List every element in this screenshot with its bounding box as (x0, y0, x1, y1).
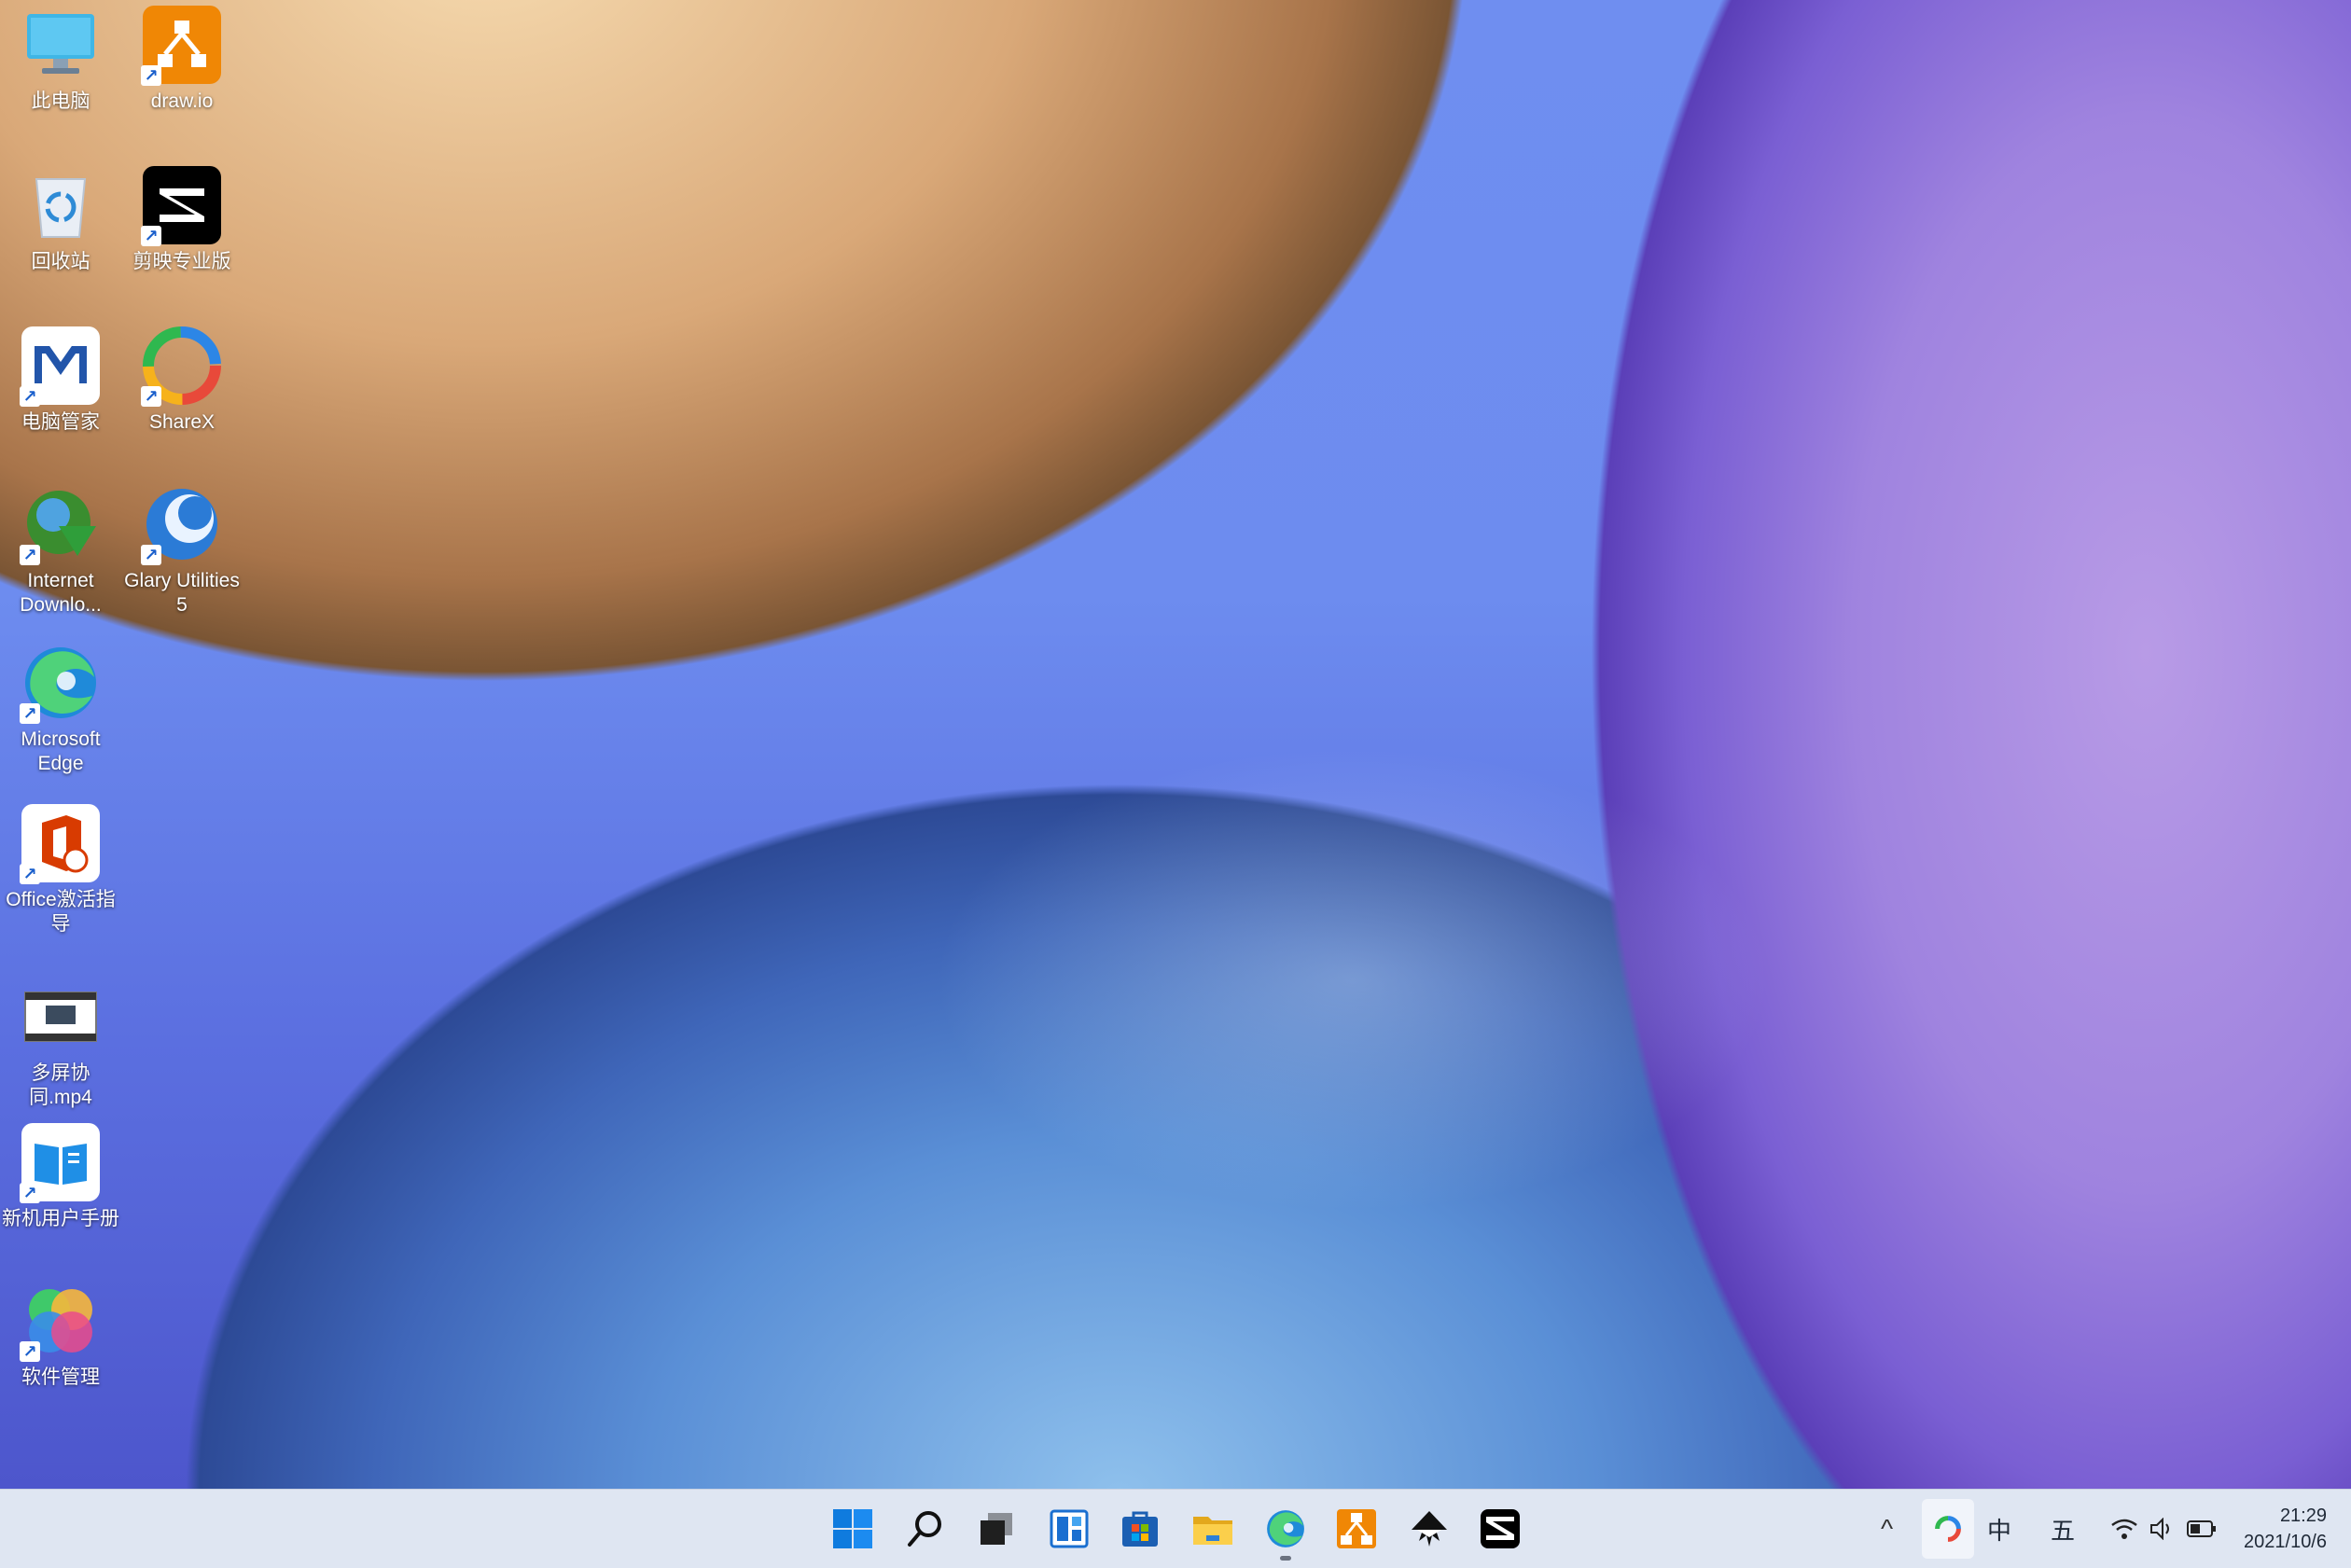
capcut-icon (1481, 1509, 1520, 1548)
sharex-icon: ↗ (141, 326, 221, 407)
taskbar-inkscape-button[interactable] (1403, 1503, 1455, 1555)
search-icon (908, 1511, 941, 1547)
desktop-icon-microsoft-edge[interactable]: ↗ Microsoft Edge (0, 644, 121, 776)
desktop-icon-label: 多屏协同.mp4 (29, 1062, 92, 1108)
glary-utilities-icon: ↗ (141, 485, 221, 565)
this-pc-icon (21, 6, 100, 84)
desktop-icon-label: 软件管理 (21, 1367, 100, 1388)
shortcut-arrow-icon: ↗ (20, 1341, 40, 1362)
video-file-icon (21, 978, 100, 1056)
wifi-icon[interactable] (2110, 1518, 2138, 1540)
desktop-icon-label: Office激活指导 (6, 889, 116, 935)
battery-icon[interactable] (2187, 1519, 2217, 1538)
shortcut-arrow-icon: ↗ (20, 864, 40, 884)
drawio-icon (1337, 1509, 1376, 1548)
ime-mode-indicator[interactable]: 五 (2051, 1512, 2075, 1547)
desktop-icon-software-manager[interactable]: ↗ 软件管理 (0, 1282, 121, 1390)
desktop-icon-label: ShareX (148, 411, 216, 433)
desktop-icon-label: Internet Downlo... (20, 570, 102, 616)
capcut-icon: ↗ (141, 166, 221, 246)
desktop-icon-label: 回收站 (31, 251, 90, 272)
taskbar-widgets-button[interactable] (1043, 1503, 1095, 1555)
shortcut-arrow-icon: ↗ (141, 226, 161, 246)
desktop-wallpaper: 此电脑 回收站 ↗ 电脑管家 ↗ Internet Downlo... ↗ Mi… (0, 0, 2351, 1489)
edge-icon (1267, 1510, 1304, 1547)
show-hidden-icons-chevron[interactable]: ^ (1881, 1514, 1893, 1544)
inkscape-icon (1412, 1511, 1447, 1547)
desktop-icon-office[interactable]: ↗ Office激活指导 (0, 804, 121, 937)
shortcut-arrow-icon: ↗ (20, 703, 40, 724)
desktop-icon-glary-utilities[interactable]: ↗ Glary Utilities 5 (121, 485, 243, 617)
tray-app-button[interactable] (1922, 1499, 1974, 1559)
edge-icon: ↗ (20, 644, 100, 724)
desktop-icon-user-manual[interactable]: ↗ 新机用户手册 (0, 1123, 121, 1231)
desktop-icon-video-file[interactable]: 多屏协同.mp4 (0, 978, 121, 1110)
taskbar-store-button[interactable] (1114, 1503, 1166, 1555)
taskbar-start-button[interactable] (827, 1503, 879, 1555)
sharex-icon (1935, 1516, 1961, 1542)
wallpaper-highlight (933, 746, 1773, 1213)
office-icon: ↗ (20, 804, 100, 884)
software-manager-icon: ↗ (20, 1282, 100, 1362)
widgets-icon (1050, 1509, 1089, 1548)
shortcut-arrow-icon: ↗ (20, 1183, 40, 1203)
taskbar-capcut-button[interactable] (1474, 1503, 1526, 1555)
desktop-icon-pc-manager[interactable]: ↗ 电脑管家 (0, 326, 121, 435)
user-manual-icon: ↗ (20, 1123, 100, 1203)
taskbar-clock[interactable]: 21:29 2021/10/6 (2244, 1503, 2327, 1555)
clock-date: 2021/10/6 (2244, 1532, 2327, 1552)
desktop-icon-sharex[interactable]: ↗ ShareX (121, 326, 243, 435)
shortcut-arrow-icon: ↗ (20, 386, 40, 407)
desktop-icon-capcut[interactable]: ↗ 剪映专业版 (121, 166, 243, 274)
ime-language-indicator[interactable]: 中 (1987, 1512, 2011, 1547)
recycle-bin-icon (21, 166, 100, 244)
drawio-icon: ↗ (141, 6, 221, 86)
taskbar: ^ 中 五 21:29 2021/10/6 (0, 1489, 2351, 1568)
shortcut-arrow-icon: ↗ (141, 545, 161, 565)
desktop-icon-label: draw.io (150, 90, 214, 112)
taskbar-drawio-button[interactable] (1330, 1503, 1383, 1555)
clock-time: 21:29 (2279, 1506, 2327, 1526)
taskbar-search-button[interactable] (899, 1503, 952, 1555)
taskbar-file-explorer-button[interactable] (1187, 1503, 1239, 1555)
windows-start-icon (833, 1509, 872, 1548)
desktop-icon-label: Microsoft Edge (21, 728, 101, 774)
desktop-icon-drawio[interactable]: ↗ draw.io (121, 6, 243, 114)
desktop-icon-this-pc[interactable]: 此电脑 (0, 6, 121, 114)
desktop-icon-label: Glary Utilities 5 (124, 570, 240, 616)
taskbar-edge-button[interactable] (1259, 1503, 1312, 1561)
microsoft-store-icon (1122, 1511, 1158, 1547)
running-indicator (1280, 1556, 1291, 1561)
shortcut-arrow-icon: ↗ (20, 545, 40, 565)
desktop-icon-label: 电脑管家 (21, 411, 100, 433)
desktop-icon-label: 剪映专业版 (132, 251, 231, 272)
shortcut-arrow-icon: ↗ (141, 65, 161, 86)
folder-icon (1193, 1517, 1232, 1545)
task-view-icon (981, 1513, 1012, 1545)
shortcut-arrow-icon: ↗ (141, 386, 161, 407)
volume-icon[interactable] (2149, 1518, 2176, 1540)
internet-download-manager-icon: ↗ (20, 485, 100, 565)
desktop-icon-label: 此电脑 (31, 90, 90, 112)
desktop-icon-label: 新机用户手册 (2, 1208, 119, 1229)
pc-manager-icon: ↗ (20, 326, 100, 407)
desktop-icon-recycle-bin[interactable]: 回收站 (0, 166, 121, 274)
desktop-icon-internet-download-manager[interactable]: ↗ Internet Downlo... (0, 485, 121, 617)
taskbar-task-view-button[interactable] (970, 1503, 1022, 1555)
